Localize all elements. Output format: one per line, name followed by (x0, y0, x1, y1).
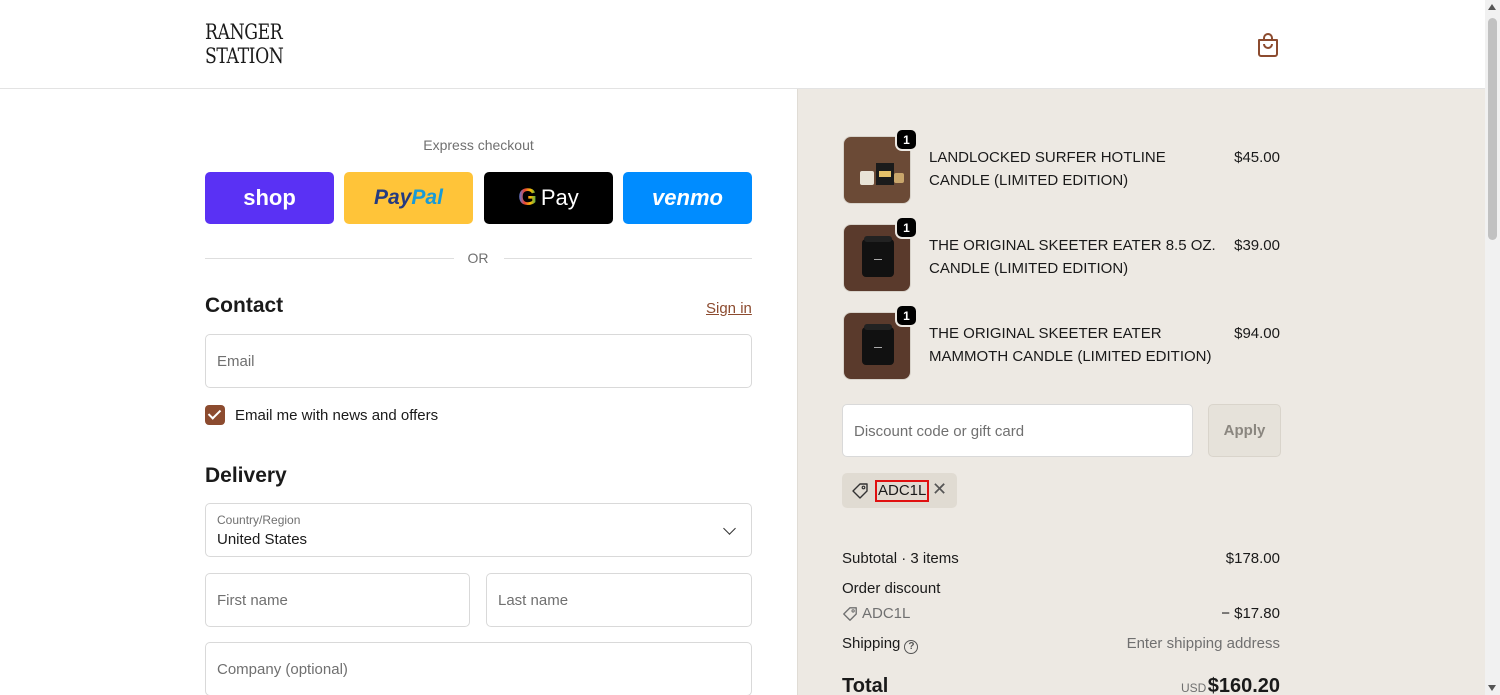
paypal-label-pay: Pay (374, 186, 412, 209)
product-name: THE ORIGINAL SKEETER EATER MAMMOTH CANDL… (929, 325, 1212, 365)
quantity-badge: 1 (895, 128, 918, 151)
product-name: LANDLOCKED SURFER HOTLINE CANDLE (LIMITE… (929, 149, 1166, 189)
google-g-icon: G (518, 184, 537, 211)
discount-placeholder: Discount code or gift card (854, 423, 1025, 440)
first-name-field[interactable]: First name (205, 573, 470, 627)
help-circle-icon[interactable]: ? (904, 640, 919, 654)
quantity-badge: 1 (895, 304, 918, 327)
last-name-field[interactable]: Last name (486, 573, 752, 627)
shipping-value: Enter shipping address (1126, 635, 1280, 652)
product-price: $39.00 (1234, 237, 1280, 254)
scroll-down-arrow-icon[interactable] (1488, 685, 1496, 691)
first-name-placeholder: First name (217, 592, 288, 609)
express-checkout-title: Express checkout (423, 137, 534, 153)
shipping-label: Shipping (842, 635, 901, 652)
quantity-badge: 1 (895, 216, 918, 239)
paypal-button[interactable]: Pay Pal (344, 172, 473, 224)
email-placeholder: Email (217, 353, 255, 370)
last-name-placeholder: Last name (498, 592, 569, 609)
company-placeholder: Company (optional) (217, 661, 348, 678)
logo-line-2: STATION (205, 44, 284, 68)
newsletter-checkbox[interactable] (205, 405, 225, 425)
google-pay-label: Pay (540, 185, 579, 210)
product-price: $94.00 (1234, 325, 1280, 342)
shop-pay-label: shop (243, 185, 296, 210)
logo-line-1: RANGER (205, 20, 283, 44)
newsletter-label: Email me with news and offers (235, 407, 439, 424)
product-name: THE ORIGINAL SKEETER EATER 8.5 OZ. CANDL… (929, 237, 1216, 277)
site-header: RANGER STATION (0, 0, 1485, 89)
paypal-label-pal: Pal (411, 186, 443, 209)
product-price: $45.00 (1234, 149, 1280, 166)
divider-right (504, 258, 752, 259)
applied-discount-chip: ADC1L ✕ (842, 473, 957, 508)
shopping-bag-icon[interactable] (1256, 32, 1280, 58)
page-scrollbar[interactable] (1485, 0, 1500, 695)
chevron-down-icon (723, 522, 736, 535)
sign-in-link[interactable]: Sign in (706, 300, 752, 317)
remove-discount-icon[interactable]: ✕ (932, 479, 947, 500)
tag-icon (843, 607, 857, 621)
scrollbar-thumb[interactable] (1488, 18, 1497, 240)
google-pay-button[interactable]: G Pay (484, 172, 613, 224)
venmo-button[interactable]: venmo (623, 172, 752, 224)
scroll-up-arrow-icon[interactable] (1488, 4, 1496, 10)
store-logo[interactable]: RANGER STATION (205, 20, 284, 68)
total-currency: USD (1181, 681, 1207, 695)
tag-icon (852, 483, 868, 499)
total-value: $160.20 (1207, 675, 1280, 695)
country-select[interactable]: Country/Region United States (205, 503, 752, 557)
or-divider-label: OR (467, 250, 489, 266)
email-field[interactable]: Email (205, 334, 752, 388)
divider-left (205, 258, 454, 259)
discount-code-label: ADC1L (862, 605, 911, 622)
country-value: United States (217, 531, 308, 548)
discount-value: − $17.80 (1221, 605, 1280, 622)
country-label: Country/Region (217, 513, 301, 527)
apply-button[interactable]: Apply (1208, 404, 1281, 457)
shipping-label-row: Shipping? (842, 635, 919, 654)
delivery-heading: Delivery (205, 464, 287, 487)
applied-discount-code: ADC1L (875, 480, 930, 502)
venmo-label: venmo (652, 185, 723, 210)
company-field[interactable]: Company (optional) (205, 642, 752, 695)
shop-pay-button[interactable]: shop (205, 172, 334, 224)
order-discount-label: Order discount (842, 580, 941, 597)
total-label: Total (842, 675, 889, 695)
subtotal-label: Subtotal · 3 items (842, 550, 959, 567)
contact-heading: Contact (205, 294, 284, 317)
discount-code-input[interactable]: Discount code or gift card (842, 404, 1193, 457)
subtotal-value: $178.00 (1225, 550, 1280, 567)
